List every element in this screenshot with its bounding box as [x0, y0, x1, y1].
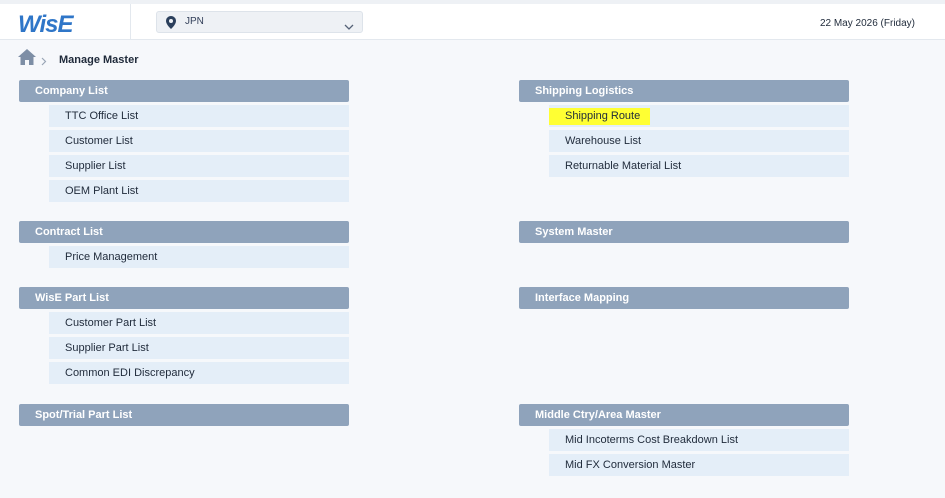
- section-company-list: Company List TTC Office List Customer Li…: [19, 80, 349, 205]
- menu-item-price-management[interactable]: Price Management: [49, 246, 349, 268]
- country-value: JPN: [185, 16, 204, 27]
- menu-item-oem-plant-list[interactable]: OEM Plant List: [49, 180, 349, 202]
- menu-item-shipping-route[interactable]: Shipping Route: [549, 105, 849, 127]
- section-header-contract-list[interactable]: Contract List: [19, 221, 349, 243]
- chevron-down-icon: [344, 18, 354, 36]
- wise-logo[interactable]: WisE: [18, 11, 73, 39]
- section-wise-part-list: WisE Part List Customer Part List Suppli…: [19, 287, 349, 387]
- section-header-system-master[interactable]: System Master: [519, 221, 849, 243]
- menu-item-mid-fx-conversion-master[interactable]: Mid FX Conversion Master: [549, 454, 849, 476]
- section-header-spot-trial-part-list[interactable]: Spot/Trial Part List: [19, 404, 349, 426]
- section-system-master: System Master: [519, 221, 849, 243]
- section-header-interface-mapping[interactable]: Interface Mapping: [519, 287, 849, 309]
- menu-item-warehouse-list[interactable]: Warehouse List: [549, 130, 849, 152]
- menu-item-supplier-list[interactable]: Supplier List: [49, 155, 349, 177]
- section-header-wise-part-list[interactable]: WisE Part List: [19, 287, 349, 309]
- current-date: 22 May 2026 (Friday): [819, 18, 915, 29]
- section-header-company-list[interactable]: Company List: [19, 80, 349, 102]
- section-header-shipping-logistics[interactable]: Shipping Logistics: [519, 80, 849, 102]
- location-pin-icon: [166, 16, 176, 34]
- section-interface-mapping: Interface Mapping: [519, 287, 849, 309]
- chevron-right-icon: [41, 53, 47, 71]
- top-bar: WisE JPN 22 May 2026 (Friday): [0, 0, 945, 40]
- menu-item-label-shipping-route: Shipping Route: [549, 108, 651, 125]
- page-title: Manage Master: [59, 54, 139, 66]
- section-spot-trial-part-list: Spot/Trial Part List: [19, 404, 349, 426]
- menu-item-common-edi-discrepancy[interactable]: Common EDI Discrepancy: [49, 362, 349, 384]
- section-shipping-logistics: Shipping Logistics Shipping Route Wareho…: [519, 80, 849, 180]
- menu-item-customer-list[interactable]: Customer List: [49, 130, 349, 152]
- menu-item-ttc-office-list[interactable]: TTC Office List: [49, 105, 349, 127]
- menu-item-returnable-material-list[interactable]: Returnable Material List: [549, 155, 849, 177]
- country-select[interactable]: JPN: [156, 11, 363, 33]
- menu-item-customer-part-list[interactable]: Customer Part List: [49, 312, 349, 334]
- section-header-middle-ctry-area-master[interactable]: Middle Ctry/Area Master: [519, 404, 849, 426]
- menu-item-supplier-part-list[interactable]: Supplier Part List: [49, 337, 349, 359]
- section-middle-ctry-area-master: Middle Ctry/Area Master Mid Incoterms Co…: [519, 404, 849, 479]
- section-contract-list: Contract List Price Management: [19, 221, 349, 271]
- menu-item-mid-incoterms-cost-breakdown-list[interactable]: Mid Incoterms Cost Breakdown List: [549, 429, 849, 451]
- home-icon[interactable]: [18, 49, 36, 70]
- divider: [130, 4, 131, 40]
